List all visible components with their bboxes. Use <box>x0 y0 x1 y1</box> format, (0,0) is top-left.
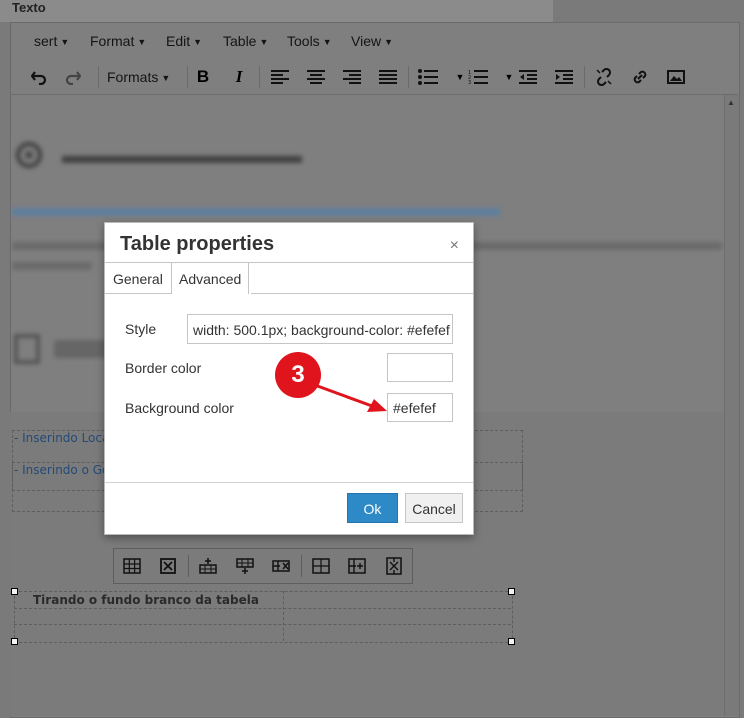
table-column-divider <box>283 591 284 641</box>
background-color-label: Background color <box>125 400 234 416</box>
style-input[interactable]: width: 500.1px; background-color: #efefe… <box>187 314 453 344</box>
border-color-label: Border color <box>125 360 202 376</box>
align-left-icon[interactable] <box>268 66 292 88</box>
table-context-toolbar <box>113 548 413 584</box>
chevron-down-icon: ▼ <box>384 37 394 47</box>
insert-column-before-icon[interactable] <box>312 557 330 575</box>
border-color-input[interactable] <box>387 353 453 382</box>
toolbar-separator <box>408 66 409 88</box>
insert-row-after-icon[interactable] <box>236 557 254 575</box>
style-label: Style <box>125 321 157 337</box>
redo-icon[interactable] <box>61 66 85 88</box>
chevron-down-icon: ▼ <box>259 37 269 47</box>
editor-menubar: sert ▼ Format ▼ Edit ▼ Table ▼ Tools ▼ View ▼ <box>10 24 738 58</box>
resize-handle[interactable] <box>11 638 18 645</box>
align-right-icon[interactable] <box>340 66 364 88</box>
image-icon[interactable] <box>664 66 688 88</box>
chevron-down-icon: ▼ <box>322 37 332 47</box>
document-icon <box>14 334 40 364</box>
toolbar-divider <box>10 94 738 95</box>
indent-icon[interactable] <box>552 66 576 88</box>
undo-icon[interactable] <box>27 66 51 88</box>
italic-icon[interactable]: I <box>227 66 251 88</box>
formats-dropdown[interactable]: Formats ▼ <box>107 69 170 85</box>
menu-table[interactable]: Table ▼ <box>223 33 268 49</box>
menu-format[interactable]: Format ▼ <box>90 33 146 49</box>
menu-label: Edit <box>166 33 191 49</box>
delete-table-icon[interactable] <box>159 557 177 575</box>
page-label: Texto <box>12 0 46 15</box>
scroll-up-icon[interactable]: ▲ <box>727 98 735 107</box>
align-center-icon[interactable] <box>304 66 328 88</box>
dialog-footer-divider <box>105 482 473 483</box>
align-justify-icon[interactable] <box>376 66 400 88</box>
table-icon[interactable] <box>123 557 141 575</box>
page-header-strip <box>0 0 553 22</box>
menu-label: sert <box>34 33 58 49</box>
menu-label: Tools <box>287 33 320 49</box>
chevron-down-icon: ▼ <box>161 73 171 83</box>
toolbar-separator <box>187 66 188 88</box>
chevron-down-icon: ▼ <box>60 37 70 47</box>
toolbar-separator <box>301 555 302 577</box>
menu-edit[interactable]: Edit ▼ <box>166 33 202 49</box>
bold-icon[interactable]: B <box>191 66 215 88</box>
formats-label: Formats <box>107 69 159 85</box>
svg-text:3: 3 <box>468 80 471 85</box>
bullet-list-icon[interactable] <box>416 66 440 88</box>
blurred-heading: ▬▬▬▬▬▬▬▬▬▬ <box>62 142 302 169</box>
background-color-input[interactable]: #efefef <box>387 393 453 422</box>
editor-toolbar: Formats ▼ B I ▼ 123 ▼ <box>10 60 738 94</box>
menu-tools[interactable]: Tools ▼ <box>287 33 332 49</box>
tab-advanced[interactable]: Advanced <box>171 262 250 294</box>
toolbar-separator <box>584 66 585 88</box>
insert-column-after-icon[interactable] <box>348 557 366 575</box>
menu-insert[interactable]: sert ▼ <box>34 33 69 49</box>
menu-view[interactable]: View ▼ <box>351 33 393 49</box>
dialog-title: Table properties <box>120 233 275 255</box>
tabs-divider <box>251 293 473 294</box>
close-icon[interactable]: × <box>450 237 459 255</box>
link-icon[interactable] <box>628 66 652 88</box>
insert-row-before-icon[interactable] <box>199 557 217 575</box>
editor-scrollbar[interactable] <box>724 95 739 716</box>
chevron-down-icon: ▼ <box>193 37 203 47</box>
blurred-text <box>12 262 92 270</box>
annotation-arrow-icon <box>311 382 387 412</box>
blurred-link <box>12 208 500 216</box>
toolbar-separator <box>188 555 189 577</box>
cancel-button[interactable]: Cancel <box>405 493 463 523</box>
delete-column-icon[interactable] <box>385 557 403 575</box>
menu-label: Table <box>223 33 257 49</box>
chevron-down-icon: ▼ <box>137 37 147 47</box>
toolbar-separator <box>259 66 260 88</box>
gear-icon <box>15 141 43 169</box>
table-cell-text[interactable]: Tirando o fundo branco da tabela <box>33 593 259 607</box>
table-row-divider <box>14 624 511 625</box>
unlink-icon[interactable] <box>592 66 616 88</box>
delete-row-icon[interactable] <box>272 557 290 575</box>
resize-handle[interactable] <box>508 588 515 595</box>
list-item[interactable]: - Inserindo Loca <box>14 431 109 445</box>
list-item[interactable]: - Inserindo o Go <box>14 463 109 477</box>
table-row-divider <box>14 608 511 609</box>
resize-handle[interactable] <box>508 638 515 645</box>
outdent-icon[interactable] <box>516 66 540 88</box>
numbered-list-icon[interactable]: 123 <box>466 66 490 88</box>
resize-handle[interactable] <box>11 588 18 595</box>
ok-button[interactable]: Ok <box>347 493 398 523</box>
tabs-divider <box>105 293 171 294</box>
tab-general[interactable]: General <box>113 263 163 292</box>
menu-label: View <box>351 33 382 49</box>
menu-label: Format <box>90 33 135 49</box>
toolbar-separator <box>98 66 99 88</box>
